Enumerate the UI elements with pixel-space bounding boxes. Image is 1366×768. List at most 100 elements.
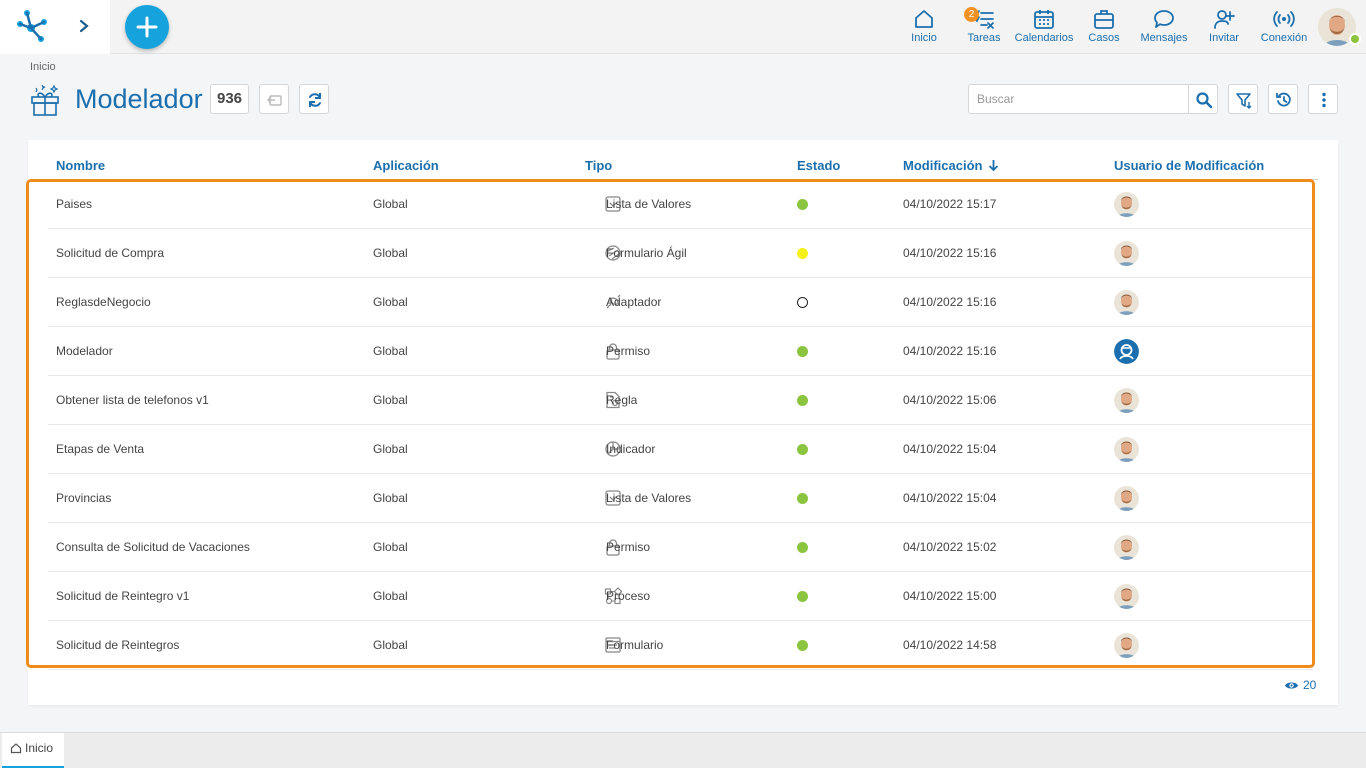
state-indicator: [797, 346, 808, 357]
nav-label: Mensajes: [1140, 32, 1188, 44]
user-avatar[interactable]: [1114, 584, 1139, 609]
export-button[interactable]: [259, 84, 289, 114]
bottom-tab-bar: Inicio: [0, 732, 1366, 768]
cell-aplicacion: Global: [373, 491, 408, 505]
nav-label: Invitar: [1209, 32, 1239, 44]
cell-tipo: Indicador: [606, 442, 656, 456]
column-header-nombre[interactable]: Nombre: [56, 158, 105, 173]
cell-aplicacion: Global: [373, 344, 408, 358]
column-header-tipo[interactable]: Tipo: [585, 158, 612, 173]
cell-tipo: Formulario Ágil: [606, 246, 687, 260]
table-row[interactable]: ReglasdeNegocio Global Adaptador 04/10/2022…: [48, 278, 1313, 327]
cell-modificacion: 04/10/2022 14:58: [903, 638, 997, 652]
user-avatar[interactable]: [1114, 437, 1139, 462]
cell-aplicacion: Global: [373, 197, 408, 211]
invite-icon: [1214, 10, 1235, 29]
cell-tipo: Permiso: [606, 540, 651, 554]
cell-aplicacion: Global: [373, 589, 408, 603]
briefcase-icon: [1094, 10, 1114, 29]
state-indicator: [797, 591, 808, 602]
cell-modificacion: 04/10/2022 15:16: [903, 246, 997, 260]
user-avatar[interactable]: [1114, 339, 1139, 364]
cell-tipo: Proceso: [606, 589, 651, 603]
state-indicator: [797, 248, 808, 259]
user-avatar[interactable]: [1114, 535, 1139, 560]
nav-inicio[interactable]: Inicio: [904, 8, 944, 48]
cell-nombre: ReglasdeNegocio: [56, 295, 151, 309]
bottom-tab-inicio[interactable]: Inicio: [2, 733, 64, 768]
sort-descending-icon: [988, 160, 999, 172]
nav-label: Conexión: [1260, 32, 1308, 44]
column-header-aplicacion[interactable]: Aplicación: [373, 158, 439, 173]
refresh-icon: [309, 93, 321, 107]
chevron-right-icon[interactable]: [76, 17, 92, 35]
home-icon: [915, 10, 933, 28]
cell-tipo: Permiso: [606, 344, 651, 358]
cell-nombre: Solicitud de Reintegro v1: [56, 589, 190, 603]
user-avatar[interactable]: [1114, 241, 1139, 266]
nav-mensajes[interactable]: Mensajes: [1138, 8, 1190, 48]
table-row[interactable]: Solicitud de Reintegro v1 Global Proceso 04…: [48, 572, 1313, 621]
state-indicator: [797, 395, 808, 406]
user-avatar[interactable]: [1114, 192, 1139, 217]
search-icon: [1196, 92, 1213, 109]
bottom-tab-label: Inicio: [25, 741, 54, 755]
column-header-estado[interactable]: Estado: [797, 158, 840, 173]
cell-modificacion: 04/10/2022 15:04: [903, 491, 997, 505]
record-count: 936: [210, 84, 249, 114]
user-avatar[interactable]: [1114, 633, 1139, 658]
column-header-modificacion[interactable]: Modificación: [903, 158, 999, 173]
grid-panel: Nombre Aplicación Tipo Estado Modificaci…: [28, 140, 1338, 705]
more-options-button[interactable]: [1308, 84, 1338, 114]
nav-casos[interactable]: Casos: [1086, 8, 1122, 48]
column-header-usuario[interactable]: Usuario de Modificación: [1114, 158, 1264, 173]
user-avatar[interactable]: [1114, 290, 1139, 315]
logo-area: [0, 0, 110, 54]
filter-button[interactable]: [1228, 84, 1258, 114]
cell-modificacion: 04/10/2022 15:00: [903, 589, 997, 603]
tasks-badge: 2: [964, 7, 979, 22]
cell-modificacion: 04/10/2022 15:02: [903, 540, 997, 554]
refresh-button[interactable]: [299, 84, 329, 114]
nav-calendarios[interactable]: Calendarios: [1014, 8, 1074, 48]
page-size-control[interactable]: 20: [1284, 678, 1316, 692]
table-row[interactable]: Etapas de Venta Global Indicador 04/10/2022…: [48, 425, 1313, 474]
add-button[interactable]: [125, 5, 169, 49]
nav-conexion[interactable]: Conexión: [1258, 8, 1310, 48]
user-avatar[interactable]: [1114, 388, 1139, 413]
online-status-indicator: [1349, 33, 1361, 45]
cell-nombre: Paises: [56, 197, 93, 211]
state-indicator: [797, 542, 808, 553]
page-title: Modelador: [75, 84, 203, 114]
table-row[interactable]: Modelador Global Permiso 04/10/2022 15:16: [48, 327, 1313, 376]
nav-label: Casos: [1088, 32, 1120, 44]
state-indicator: [797, 444, 808, 455]
state-indicator: [797, 640, 808, 651]
table-row[interactable]: Obtener lista de telefonos v1 Global Regla…: [48, 376, 1313, 425]
user-avatar[interactable]: [1114, 486, 1139, 511]
breadcrumb[interactable]: Inicio: [30, 61, 56, 73]
search-input[interactable]: [968, 84, 1188, 114]
table-row[interactable]: Solicitud de Compra Global Formulario Ágil…: [48, 229, 1313, 278]
cell-tipo: Lista de Valores: [606, 197, 692, 211]
search-button[interactable]: [1188, 84, 1218, 114]
eye-icon: [1285, 682, 1298, 689]
table-row[interactable]: Solicitud de Reintegros Global Formulario 0…: [48, 621, 1313, 670]
nav-invitar[interactable]: Invitar: [1204, 8, 1244, 48]
table-row[interactable]: Consulta de Solicitud de Vacaciones Globa…: [48, 523, 1313, 572]
cell-nombre: Consulta de Solicitud de Vacaciones: [56, 540, 250, 554]
table-row[interactable]: Paises Global Lista de Valores 04/10/2022 1…: [48, 180, 1313, 229]
cell-nombre: Etapas de Venta: [56, 442, 145, 456]
cell-modificacion: 04/10/2022 15:16: [903, 344, 997, 358]
cell-tipo: Adaptador: [606, 295, 662, 309]
cell-aplicacion: Global: [373, 295, 408, 309]
cell-modificacion: 04/10/2022 15:06: [903, 393, 997, 407]
nav-tareas[interactable]: 2 Tareas: [964, 7, 1004, 48]
cell-aplicacion: Global: [373, 393, 408, 407]
export-icon: [267, 95, 282, 106]
table-row[interactable]: Provincias Global Lista de Valores 04/10/20…: [48, 474, 1313, 523]
cell-aplicacion: Global: [373, 246, 408, 260]
history-button[interactable]: [1268, 84, 1298, 114]
app-logo-icon[interactable]: [14, 10, 48, 42]
home-icon: [10, 743, 22, 754]
